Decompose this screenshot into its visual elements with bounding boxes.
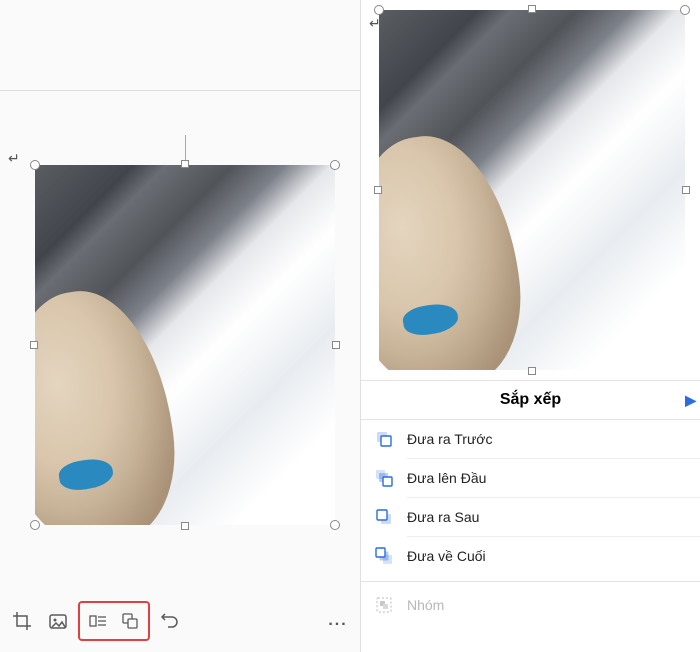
- resize-handle-top-left[interactable]: [30, 160, 40, 170]
- arrange-button[interactable]: [114, 605, 146, 637]
- send-backward-item[interactable]: Đưa ra Sau: [361, 498, 700, 536]
- arrange-title: Sắp xếp: [500, 391, 561, 409]
- selected-image[interactable]: [379, 10, 685, 370]
- menu-item-label: Đưa ra Sau: [407, 509, 479, 525]
- resize-handle-middle-right[interactable]: [332, 341, 340, 349]
- resize-handle-top-center[interactable]: [528, 5, 536, 13]
- bring-to-front-item[interactable]: Đưa lên Đầu: [361, 459, 700, 497]
- menu-item-label: Đưa lên Đầu: [407, 470, 486, 486]
- highlighted-tool-group: [78, 601, 150, 641]
- arrange-panel-header[interactable]: Sắp xếp ▶: [361, 380, 700, 420]
- menu-item-label: Đưa ra Trước: [407, 431, 493, 447]
- selected-image[interactable]: [35, 165, 335, 525]
- image-toolbar: ...: [0, 598, 360, 644]
- right-panel: ↵ Sắp xếp ▶ Đưa ra Trước Đưa lên Đầu: [360, 0, 700, 652]
- group-icon: [375, 596, 393, 614]
- menu-item-label: Nhóm: [407, 597, 444, 613]
- more-button[interactable]: ...: [322, 605, 354, 637]
- resize-handle-top-right[interactable]: [680, 5, 690, 15]
- resize-handle-middle-right[interactable]: [682, 186, 690, 194]
- resize-handle-bottom-right[interactable]: [330, 520, 340, 530]
- bring-forward-item[interactable]: Đưa ra Trước: [361, 420, 700, 458]
- chevron-right-icon: ▶: [685, 392, 696, 409]
- return-icon: ↵: [8, 150, 20, 167]
- bring-forward-icon: [375, 430, 393, 448]
- resize-handle-middle-left[interactable]: [374, 186, 382, 194]
- image-content: [379, 10, 685, 370]
- rotate-stem: [185, 135, 186, 160]
- send-to-back-icon: [375, 547, 393, 565]
- text-wrap-button[interactable]: [82, 605, 114, 637]
- send-backward-icon: [375, 508, 393, 526]
- group-item: Nhóm: [361, 586, 700, 624]
- arrange-menu: Đưa ra Trước Đưa lên Đầu Đưa ra Sau Đưa …: [361, 420, 700, 624]
- resize-handle-top-left[interactable]: [374, 5, 384, 15]
- image-content: [35, 165, 335, 525]
- send-to-back-item[interactable]: Đưa về Cuối: [361, 537, 700, 575]
- menu-item-label: Đưa về Cuối: [407, 548, 486, 564]
- left-panel: ↵ ...: [0, 0, 360, 652]
- undo-button[interactable]: [154, 605, 186, 637]
- section-divider: [0, 90, 360, 91]
- resize-handle-top-right[interactable]: [330, 160, 340, 170]
- resize-handle-bottom-center[interactable]: [181, 522, 189, 530]
- resize-handle-top-center[interactable]: [181, 160, 189, 168]
- resize-handle-bottom-center[interactable]: [528, 367, 536, 375]
- resize-handle-middle-left[interactable]: [30, 341, 38, 349]
- bring-to-front-icon: [375, 469, 393, 487]
- image-edit-button[interactable]: [42, 605, 74, 637]
- crop-button[interactable]: [6, 605, 38, 637]
- resize-handle-bottom-left[interactable]: [30, 520, 40, 530]
